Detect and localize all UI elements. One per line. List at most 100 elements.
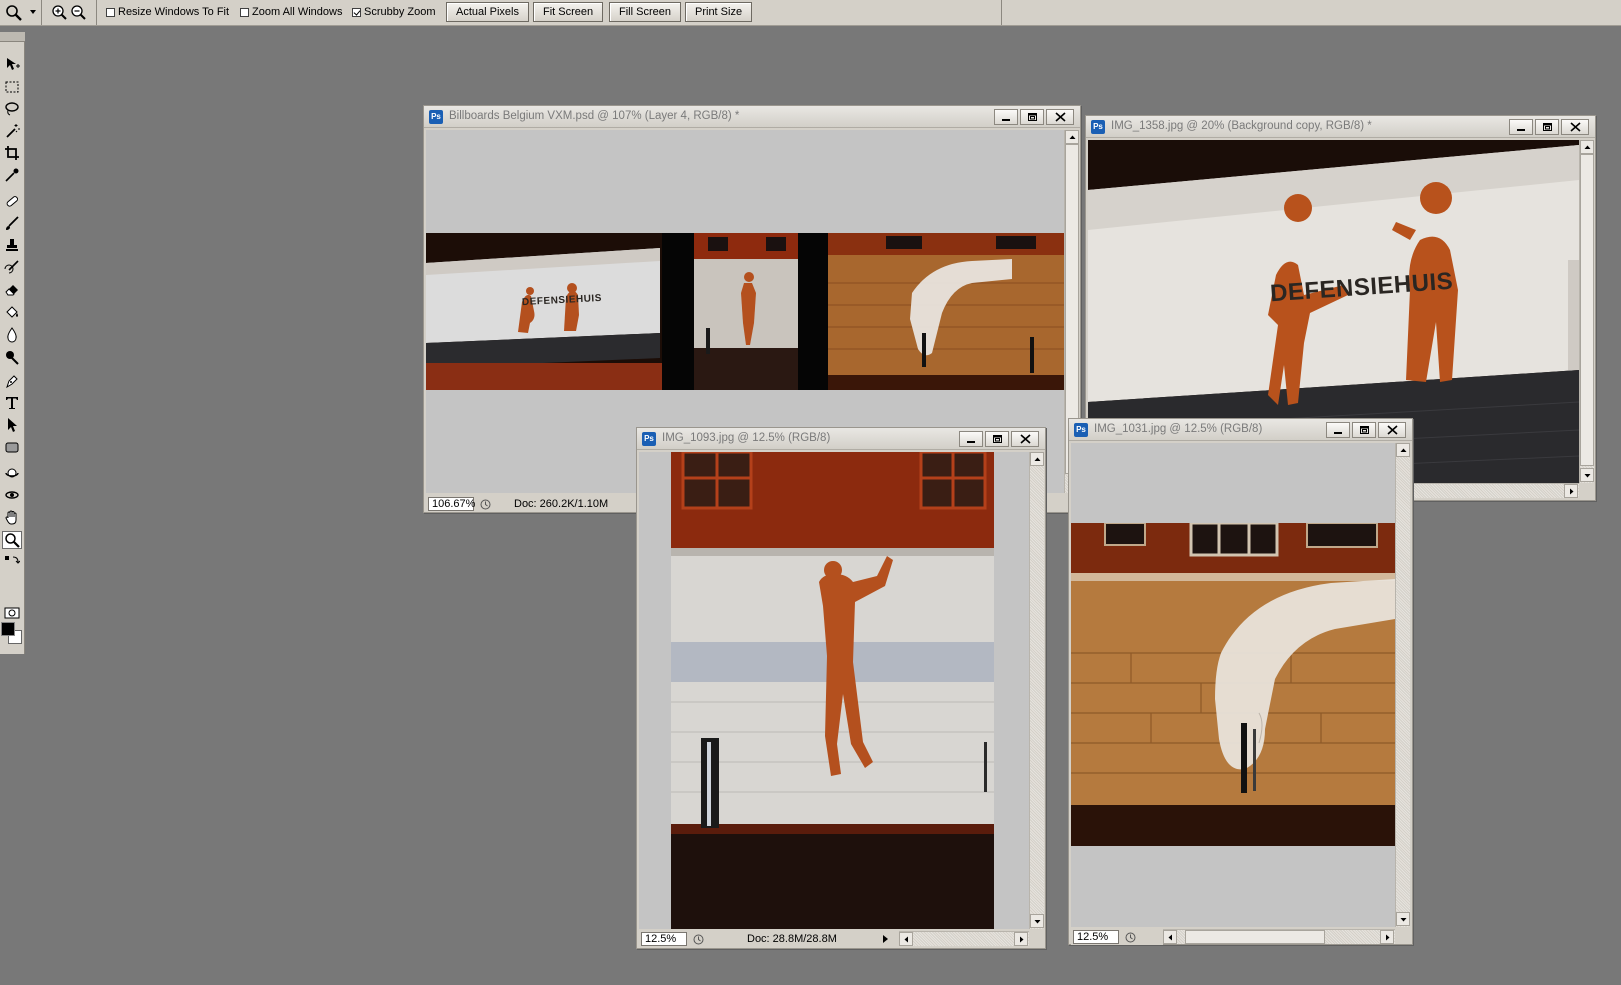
maximize-button[interactable]: [1352, 422, 1376, 438]
quick-mask-button[interactable]: [2, 604, 22, 622]
scrubby-zoom-label: Scrubby Zoom: [364, 6, 436, 18]
document-canvas[interactable]: [639, 452, 1029, 929]
arrow-up-icon: [1584, 145, 1590, 149]
scroll-right-button[interactable]: [1014, 932, 1028, 946]
close-button[interactable]: [1378, 422, 1406, 438]
fill-screen-button[interactable]: Fill Screen: [609, 2, 681, 22]
pen-tool[interactable]: [2, 372, 22, 390]
status-menu-arrow-icon[interactable]: [882, 935, 888, 943]
close-button[interactable]: [1046, 109, 1074, 125]
fit-screen-button[interactable]: Fit Screen: [533, 2, 604, 22]
color-swatches[interactable]: [1, 622, 23, 646]
eyedropper-tool[interactable]: [2, 166, 22, 184]
dodge-tool[interactable]: [2, 348, 22, 366]
scroll-right-button[interactable]: [1380, 930, 1394, 944]
panel-grip[interactable]: [0, 32, 25, 42]
tool-preset-picker[interactable]: [0, 0, 42, 25]
type-tool[interactable]: [2, 394, 22, 412]
minimize-icon: [966, 441, 975, 443]
chevron-down-icon: [30, 10, 36, 14]
zoom-tool-icon: [6, 5, 22, 21]
scroll-up-button[interactable]: [1065, 130, 1079, 144]
status-info-icon[interactable]: [691, 932, 705, 946]
scrubby-zoom-checkbox[interactable]: Scrubby Zoom: [352, 6, 436, 18]
minimize-button[interactable]: [1326, 422, 1350, 438]
scroll-left-button[interactable]: [899, 932, 913, 946]
document-size-info: Doc: 28.8M/28.8M: [747, 933, 837, 945]
photoshop-icon: Ps: [429, 110, 443, 124]
billboard-collage-image: DEFENSIEHUIS: [426, 233, 1064, 390]
scroll-up-button[interactable]: [1580, 140, 1594, 154]
blur-tool[interactable]: [2, 326, 22, 344]
window-titlebar[interactable]: Ps IMG_1358.jpg @ 20% (Background copy, …: [1086, 116, 1595, 138]
zoom-level-field[interactable]: 12.5%: [641, 932, 687, 946]
resize-windows-checkbox[interactable]: Resize Windows To Fit: [106, 6, 229, 18]
maximize-button[interactable]: [985, 431, 1009, 447]
minimize-icon: [1001, 119, 1010, 121]
scroll-up-button[interactable]: [1396, 443, 1410, 457]
scroll-down-button[interactable]: [1580, 468, 1594, 482]
path-selection-tool[interactable]: [2, 416, 22, 434]
hand-tool[interactable]: [2, 508, 22, 526]
move-icon: [7, 58, 20, 70]
vertical-scrollbar[interactable]: [1579, 140, 1594, 483]
history-brush-tool[interactable]: [2, 258, 22, 276]
dodge-icon: [6, 351, 19, 365]
print-size-button[interactable]: Print Size: [685, 2, 753, 22]
scroll-down-button[interactable]: [1030, 914, 1044, 928]
3d-orbit-icon: [5, 491, 19, 499]
status-info-icon[interactable]: [478, 497, 492, 511]
zoom-level-field[interactable]: 12.5%: [1073, 930, 1119, 944]
foreground-color-swatch[interactable]: [1, 622, 15, 636]
minimize-button[interactable]: [994, 109, 1018, 125]
horizontal-scrollbar[interactable]: [899, 931, 1029, 946]
crop-tool[interactable]: [2, 144, 22, 162]
scroll-thumb[interactable]: [1185, 930, 1325, 944]
zoom-tool[interactable]: [2, 531, 22, 549]
brush-tool[interactable]: [2, 214, 22, 232]
close-icon: [1054, 112, 1066, 122]
lasso-tool[interactable]: [2, 100, 22, 118]
vertical-scrollbar[interactable]: [1029, 452, 1044, 929]
vertical-scrollbar[interactable]: [1395, 443, 1410, 927]
minimize-button[interactable]: [1509, 119, 1533, 135]
arrow-up-icon: [1034, 457, 1040, 461]
shape-tool[interactable]: [2, 438, 22, 456]
document-canvas[interactable]: [1071, 443, 1395, 927]
document-window-img-1093[interactable]: Ps IMG_1093.jpg @ 12.5% (RGB/8) 12.5% Do…: [636, 427, 1046, 949]
3d-orbit-tool[interactable]: [2, 486, 22, 504]
window-titlebar[interactable]: Ps Billboards Belgium VXM.psd @ 107% (La…: [424, 106, 1080, 128]
actual-pixels-button[interactable]: Actual Pixels: [446, 2, 529, 22]
zoom-level-field[interactable]: 106.67%: [428, 497, 475, 511]
scroll-down-button[interactable]: [1396, 912, 1410, 926]
scroll-thumb[interactable]: [1580, 154, 1594, 466]
zoom-all-windows-checkbox[interactable]: Zoom All Windows: [240, 6, 342, 18]
scroll-right-button[interactable]: [1564, 484, 1578, 498]
maximize-button[interactable]: [1535, 119, 1559, 135]
close-button[interactable]: [1561, 119, 1589, 135]
horizontal-scrollbar[interactable]: [1163, 929, 1395, 944]
restore-icon: [1359, 426, 1369, 434]
marquee-tool[interactable]: [2, 78, 22, 96]
healing-brush-tool[interactable]: [2, 192, 22, 210]
magic-wand-icon: [6, 124, 20, 138]
zoom-out-icon[interactable]: [70, 4, 87, 21]
magic-wand-tool[interactable]: [2, 122, 22, 140]
document-window-img-1031[interactable]: Ps IMG_1031.jpg @ 12.5% (RGB/8) 12.5%: [1068, 418, 1413, 945]
clone-stamp-tool[interactable]: [2, 236, 22, 254]
window-titlebar[interactable]: Ps IMG_1031.jpg @ 12.5% (RGB/8): [1069, 419, 1412, 441]
eraser-tool[interactable]: [2, 280, 22, 298]
minimize-button[interactable]: [959, 431, 983, 447]
status-info-icon[interactable]: [1123, 930, 1137, 944]
move-tool[interactable]: [2, 55, 22, 73]
scroll-up-button[interactable]: [1030, 452, 1044, 466]
swap-colors-button[interactable]: [2, 554, 22, 572]
3d-rotate-tool[interactable]: [2, 464, 22, 482]
close-button[interactable]: [1011, 431, 1039, 447]
maximize-button[interactable]: [1020, 109, 1044, 125]
window-titlebar[interactable]: Ps IMG_1093.jpg @ 12.5% (RGB/8): [637, 428, 1045, 450]
paint-bucket-tool[interactable]: [2, 304, 22, 322]
zoom-in-icon[interactable]: [51, 4, 68, 21]
arrow-cursor-icon: [8, 418, 17, 432]
scroll-left-button[interactable]: [1163, 930, 1177, 944]
